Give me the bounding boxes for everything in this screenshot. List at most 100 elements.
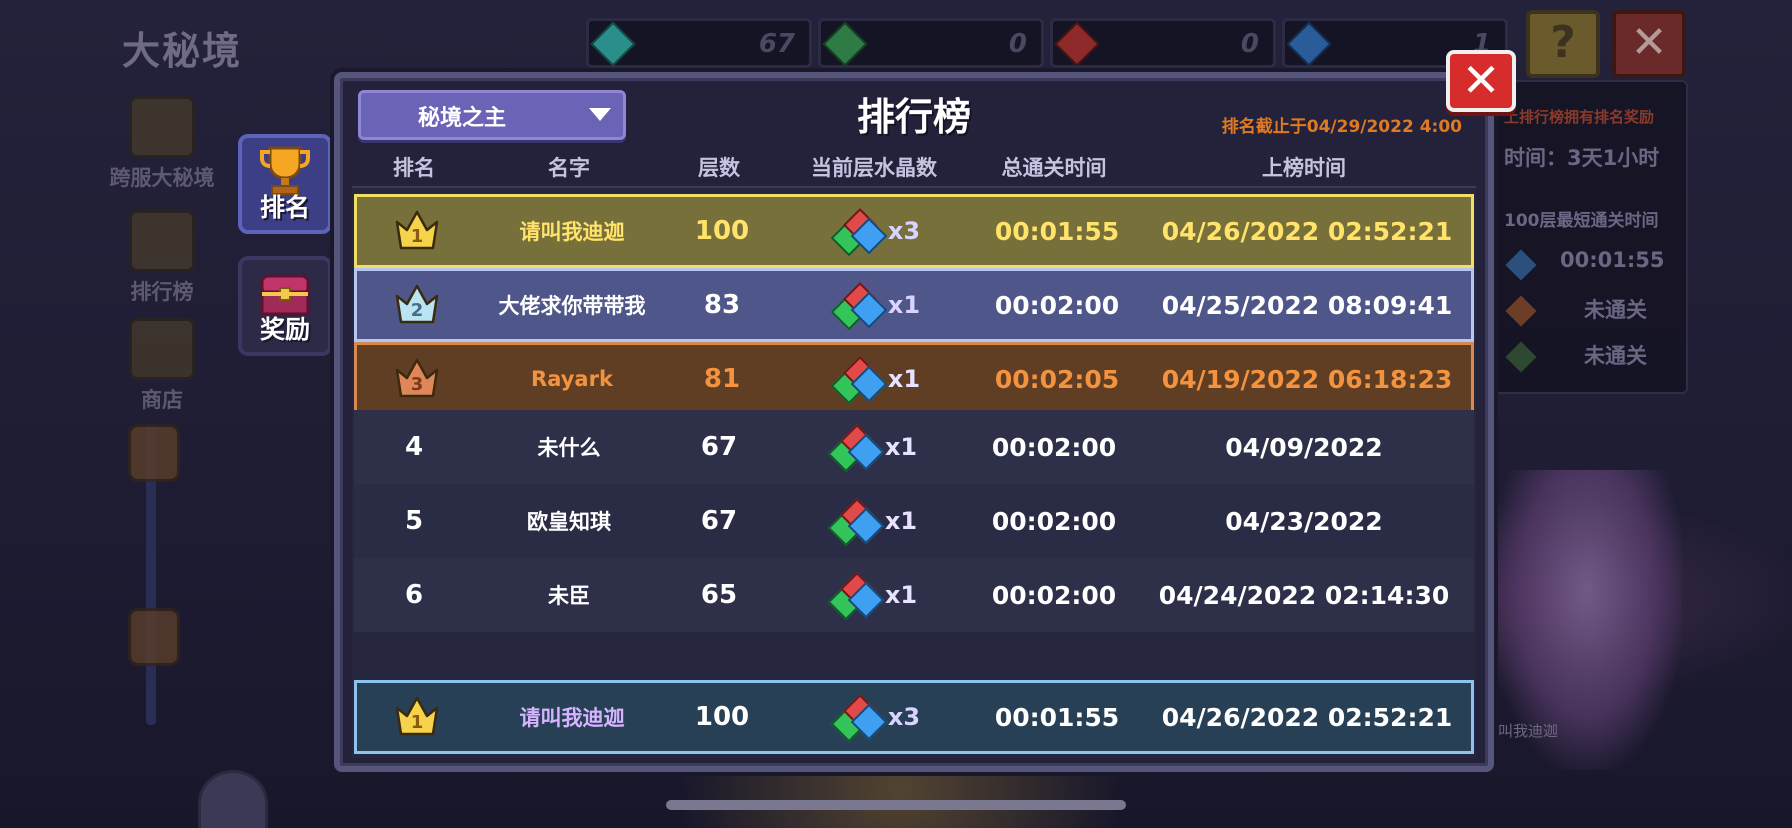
table-row[interactable]: 6 未臣 65 x1 00:02:00 04/24/2022 02:14:30 [354, 558, 1474, 632]
floor-value: 67 [700, 432, 738, 462]
status-uncleared-1: 未通关 [1584, 298, 1647, 322]
listed-date: 04/25/2022 08:09:41 [1161, 290, 1453, 320]
shop-icon [129, 318, 195, 380]
crystal-multiplier: x1 [887, 365, 921, 393]
crystal-count: x1 [777, 271, 977, 339]
resource-bar-3: 0 [1050, 18, 1276, 68]
rank-cell: 1 [357, 197, 477, 265]
total-time: 00:02:00 [991, 580, 1117, 610]
track-lantern-icon [128, 424, 180, 482]
crown-icon: 3 [393, 356, 441, 402]
resource-bar-2: 0 [818, 18, 1044, 68]
crystal-multiplier: x3 [887, 217, 921, 245]
tab-ranking[interactable]: 排名 [238, 134, 332, 234]
crown-rank-number: 2 [410, 300, 424, 321]
crystal-cluster-icon [830, 694, 888, 743]
hud-close-button[interactable]: ✕ [1612, 10, 1686, 78]
crystal-multiplier: x3 [887, 703, 921, 731]
resource-value-1: 67 [758, 29, 795, 59]
reward-notice: 上排行榜拥有排名奖励 [1504, 108, 1655, 126]
purple-trophy-icon [129, 96, 195, 158]
leaf-icon [1505, 341, 1537, 373]
table-row[interactable]: 2 大佬求你带带我 83 x1 00:02:00 04/25/2022 08:0… [354, 268, 1474, 342]
trophy-icon [129, 210, 195, 272]
blue-crystal-icon [1505, 249, 1537, 281]
dialog-close-button[interactable]: ✕ [1446, 50, 1516, 112]
my-rank-row[interactable]: 1 请叫我迪迦 100 x3 00:01:55 04/26/2022 02:52… [354, 680, 1474, 754]
player-name: 欧皇知琪 [527, 510, 611, 534]
player-name: 请叫我迪迦 [519, 706, 625, 730]
crystal-cluster-icon [827, 572, 885, 621]
crystal-count: x3 [777, 683, 977, 751]
listed-date: 04/23/2022 [1225, 506, 1383, 536]
track-lantern-icon [128, 608, 180, 666]
floor-value: 67 [700, 506, 738, 536]
rank-cell: 2 [357, 271, 477, 339]
map-pin-icon[interactable] [198, 770, 268, 828]
resource-value-3: 0 [1240, 29, 1259, 59]
player-name: 未臣 [548, 584, 590, 608]
home-indicator[interactable] [666, 800, 1126, 810]
dungeon-title: 大秘境 [122, 29, 243, 73]
total-time: 00:02:00 [994, 290, 1120, 320]
crystal-multiplier: x1 [887, 291, 921, 319]
blue-gem-icon [1286, 21, 1332, 67]
teal-gem-icon [590, 21, 636, 67]
green-gem-icon [822, 21, 868, 67]
creature-name: 叫我迪迦 [1498, 722, 1559, 740]
tab-rewards[interactable]: 奖励 [238, 256, 332, 356]
crystal-count: x1 [774, 558, 974, 632]
floor-value: 100 [694, 702, 750, 732]
total-time: 00:02:05 [994, 364, 1120, 394]
floor-value: 83 [703, 290, 741, 320]
crystal-multiplier: x1 [884, 581, 918, 609]
remaining-time: 时间：3天1小时 [1504, 146, 1660, 170]
crystal-count: x3 [777, 197, 977, 265]
status-uncleared-2: 未通关 [1584, 344, 1647, 368]
table-row[interactable]: 1 请叫我迪迦 100 x3 00:01:55 04/26/2022 02:52… [354, 194, 1474, 268]
crown-rank-number: 1 [410, 712, 424, 733]
resource-value-2: 0 [1008, 29, 1027, 59]
listed-date: 04/26/2022 02:52:21 [1161, 702, 1453, 732]
crystal-cluster-icon [827, 424, 885, 473]
rank-cell: 3 [357, 345, 477, 413]
floor-value: 100 [694, 216, 750, 246]
nav-leaderboard[interactable]: 排行榜 [92, 210, 232, 306]
crystal-count: x1 [774, 484, 974, 558]
player-name: 未什么 [537, 436, 601, 460]
tab-ranking-label: 排名 [259, 193, 310, 222]
table-row[interactable]: 4 未什么 67 x1 00:02:00 04/09/2022 [354, 410, 1474, 484]
crown-icon: 1 [393, 694, 441, 740]
total-time: 00:02:00 [991, 432, 1117, 462]
help-button[interactable]: ? [1526, 10, 1600, 78]
dungeon-info-panel: 上排行榜拥有排名奖励 时间：3天1小时 100层最短通关时间 00:01:55 … [1494, 80, 1688, 394]
rank-cell: 5 [404, 506, 424, 536]
player-name: 请叫我迪迦 [519, 220, 625, 244]
nav-cross-server-dungeon[interactable]: 跨服大秘境 [92, 96, 232, 192]
crystal-cluster-icon [827, 498, 885, 547]
tab-rewards-label: 奖励 [259, 315, 310, 344]
table-row[interactable]: 5 欧皇知琪 67 x1 00:02:00 04/23/2022 [354, 484, 1474, 558]
leaderboard-dialog: 秘境之主 排行榜 排名截止于04/29/2022 4:00 排名 名字 层数 当… [334, 72, 1494, 772]
crown-rank-number: 1 [410, 226, 424, 247]
leaderboard-table[interactable]: 1 请叫我迪迦 100 x3 00:01:55 04/26/2022 02:52… [352, 186, 1476, 758]
listed-date: 04/09/2022 [1225, 432, 1383, 462]
resource-bar-1: 67 [586, 18, 812, 68]
best-time-value: 00:01:55 [1560, 248, 1665, 272]
fire-icon [1505, 295, 1537, 327]
floor-value: 81 [703, 364, 741, 394]
crown-icon: 2 [393, 282, 441, 328]
floor-value: 65 [700, 580, 738, 610]
total-time: 00:01:55 [994, 216, 1120, 246]
total-time: 00:02:00 [991, 506, 1117, 536]
rank-cell: 4 [404, 432, 424, 462]
crystal-cluster-icon [830, 282, 888, 331]
crystal-cluster-icon [830, 208, 888, 257]
table-row[interactable]: 3 Rayark 81 x1 00:02:05 04/19/2022 06:18… [354, 342, 1474, 416]
nav-shop[interactable]: 商店 [92, 318, 232, 414]
crown-rank-number: 3 [410, 374, 424, 395]
red-gem-icon [1054, 21, 1100, 67]
player-name: Rayark [531, 367, 613, 391]
rank-cell: 6 [404, 580, 424, 610]
crystal-cluster-icon [830, 356, 888, 405]
